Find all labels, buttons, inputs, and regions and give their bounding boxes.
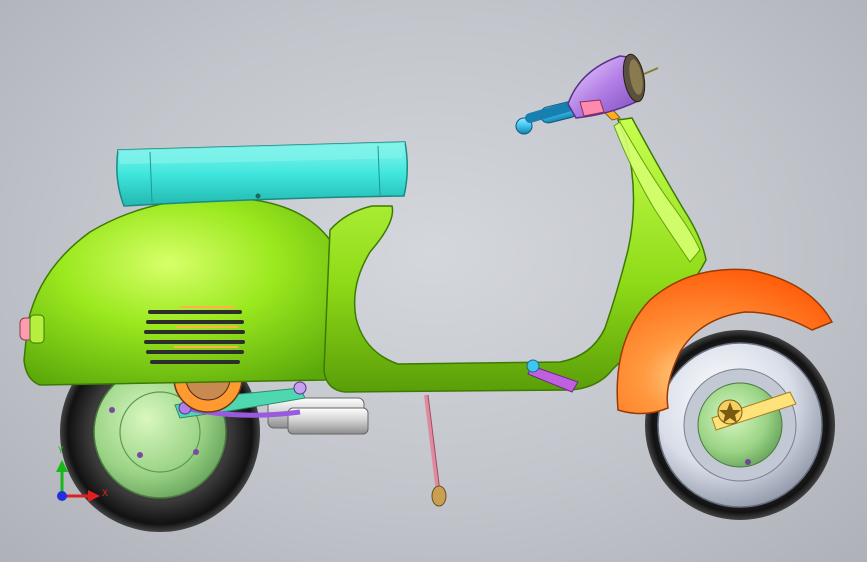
tail-light[interactable] [19, 314, 45, 344]
scooter-model[interactable] [0, 0, 867, 562]
3d-model-viewport[interactable]: Y X [0, 0, 867, 562]
triad-y-label: Y [58, 446, 64, 456]
triad-x-label: X [102, 489, 109, 499]
rear-body-cowl[interactable] [23, 197, 347, 386]
headlight[interactable] [567, 53, 659, 119]
kickstand[interactable] [424, 394, 447, 507]
seat[interactable] [116, 141, 408, 207]
